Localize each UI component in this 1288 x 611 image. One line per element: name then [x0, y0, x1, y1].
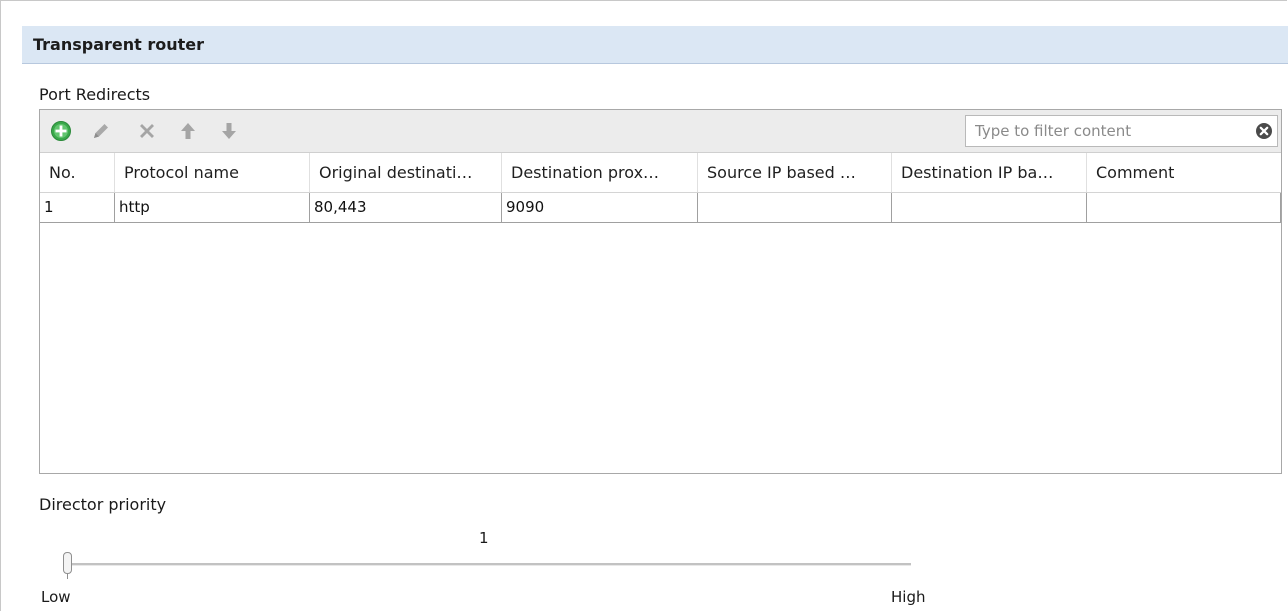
cell-original-destination: 80,443	[310, 193, 502, 222]
delete-button[interactable]	[136, 120, 158, 142]
arrow-up-icon	[181, 123, 195, 139]
clear-circle-icon	[1256, 123, 1272, 139]
filter-input[interactable]	[966, 116, 1246, 146]
cell-destination-proxy: 9090	[502, 193, 698, 222]
add-icon	[51, 121, 71, 141]
slider-max-label: High	[891, 588, 926, 606]
column-header-protocol-name[interactable]: Protocol name	[115, 153, 310, 192]
cell-comment	[1087, 193, 1281, 222]
edit-button[interactable]	[90, 120, 112, 142]
delete-icon	[140, 124, 154, 138]
add-button[interactable]	[50, 120, 72, 142]
slider-track[interactable]	[64, 563, 911, 566]
column-header-comment[interactable]: Comment	[1087, 153, 1281, 192]
pencil-icon	[94, 124, 108, 138]
cell-protocol-name: http	[115, 193, 310, 222]
slider-min-label: Low	[41, 588, 71, 606]
filter-box	[965, 115, 1278, 147]
port-redirects-label: Port Redirects	[39, 85, 151, 104]
director-priority-label: Director priority	[39, 495, 167, 514]
move-down-button[interactable]	[218, 120, 240, 142]
clear-filter-button[interactable]	[1255, 122, 1273, 140]
panel-title: Transparent router	[33, 35, 205, 54]
slider-handle[interactable]	[63, 552, 72, 574]
table-row[interactable]: 1 http 80,443 9090	[40, 193, 1281, 223]
arrow-down-icon	[222, 123, 236, 139]
move-up-button[interactable]	[177, 120, 199, 142]
cell-destination-ip-based	[892, 193, 1087, 222]
slider-value: 1	[479, 529, 489, 547]
column-header-original-destination[interactable]: Original destinati…	[310, 153, 502, 192]
panel-title-bar: Transparent router	[22, 26, 1288, 64]
cell-source-ip-based	[698, 193, 892, 222]
grid-toolbar	[40, 110, 1281, 153]
column-header-source-ip-based[interactable]: Source IP based …	[698, 153, 892, 192]
column-header-destination-proxy[interactable]: Destination prox…	[502, 153, 698, 192]
port-redirects-grid: No. Protocol name Original destinati… De…	[39, 109, 1282, 474]
slider-handle-tick	[67, 574, 68, 579]
column-header-destination-ip-based[interactable]: Destination IP ba…	[892, 153, 1087, 192]
cell-no: 1	[40, 193, 115, 222]
column-header-no[interactable]: No.	[40, 153, 115, 192]
director-priority-slider[interactable]: 1 Low High	[39, 520, 925, 611]
table-header: No. Protocol name Original destinati… De…	[40, 153, 1281, 193]
